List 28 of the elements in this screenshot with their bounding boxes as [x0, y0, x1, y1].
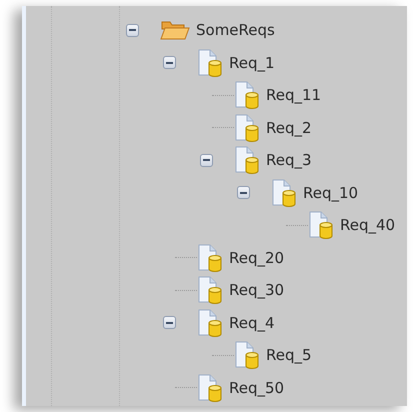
tree-item-label[interactable]: Req_5: [266, 344, 312, 366]
document-database-icon: [197, 374, 223, 402]
collapse-toggle[interactable]: [163, 316, 176, 330]
document-database-icon: [234, 81, 260, 110]
document-database-icon: [197, 48, 223, 77]
document-database-icon: [308, 211, 334, 240]
document-database-icon: [271, 178, 297, 207]
document-database-icon: [234, 146, 260, 174]
tree-item-label[interactable]: Req_30: [229, 279, 284, 302]
document-database-icon: [197, 244, 223, 272]
document-database-icon: [197, 276, 223, 304]
document-database-icon: [197, 308, 223, 337]
tree-item-label[interactable]: Req_40: [340, 214, 396, 236]
collapse-toggle[interactable]: [163, 56, 176, 70]
tree-item-label[interactable]: Req_20: [229, 246, 284, 269]
tree-item-label[interactable]: Req_2: [266, 116, 312, 139]
collapse-toggle[interactable]: [126, 24, 139, 37]
document-database-icon: [234, 341, 260, 370]
tree-item-label[interactable]: Req_11: [266, 84, 322, 106]
tree-item-label[interactable]: Req_3: [266, 149, 312, 172]
tree-item-label[interactable]: Req_10: [303, 182, 358, 204]
tree-item-label[interactable]: SomeReqs: [196, 19, 275, 42]
collapse-toggle[interactable]: [200, 154, 213, 167]
collapse-toggle[interactable]: [237, 186, 250, 200]
tree-item-label[interactable]: Req_50: [229, 376, 284, 399]
tree-item-label[interactable]: Req_1: [229, 52, 275, 74]
tree-item-label[interactable]: Req_4: [229, 312, 275, 334]
document-database-icon: [234, 114, 260, 142]
